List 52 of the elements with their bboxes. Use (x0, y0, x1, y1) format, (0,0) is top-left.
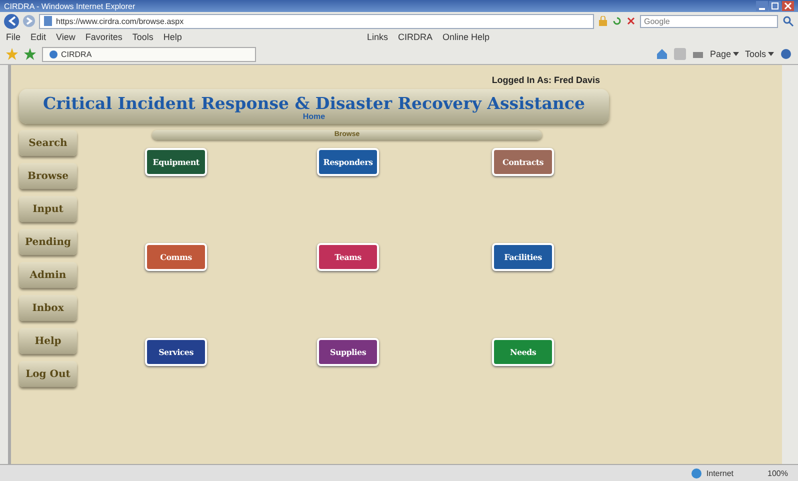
category-button[interactable]: Services (145, 338, 207, 366)
menu-item[interactable]: Edit (30, 32, 46, 42)
nav-button[interactable]: Inbox (19, 295, 77, 321)
menu-item[interactable]: File (6, 32, 21, 42)
category-button[interactable]: Equipment (145, 148, 207, 176)
command-button[interactable]: Tools (744, 49, 774, 59)
close-icon (784, 2, 792, 10)
nav-button[interactable]: Pending (19, 229, 77, 255)
forward-button[interactable] (23, 15, 35, 27)
minimize-button[interactable] (756, 1, 768, 11)
search-icon[interactable] (782, 15, 794, 27)
nav-button[interactable]: Help (19, 328, 77, 354)
refresh-icon[interactable] (612, 16, 622, 26)
nav-button[interactable]: Search (19, 130, 77, 156)
category-button[interactable]: Needs (492, 338, 554, 366)
category-button[interactable]: Responders (317, 148, 379, 176)
caret-icon (732, 52, 739, 56)
category-button[interactable]: Supplies (317, 338, 379, 366)
maximize-icon (771, 2, 779, 10)
menu-item[interactable]: Tools (132, 32, 154, 42)
links-label: Links (366, 32, 388, 42)
link-item[interactable]: CIRDRA (398, 32, 432, 42)
search-field[interactable]: Google (640, 14, 778, 28)
zone-label: Internet (706, 468, 734, 478)
zoom-level[interactable]: 100% (768, 468, 788, 478)
window-title: CIRDRA - Windows Internet Explorer (4, 2, 136, 10)
close-button[interactable] (782, 1, 794, 11)
add-favorite-icon[interactable] (24, 48, 36, 60)
maximize-button[interactable] (769, 1, 781, 11)
home-icon[interactable] (656, 48, 668, 60)
star-icon[interactable] (6, 48, 18, 60)
category-button[interactable]: Comms (145, 243, 207, 271)
nav-button[interactable]: Log Out (19, 361, 77, 387)
back-button[interactable] (4, 14, 19, 28)
menu-item[interactable]: Help (163, 32, 182, 42)
address-field[interactable]: https://www.cirdra.com/browse.aspx (39, 14, 594, 28)
site-title: Critical Incident Response & Disaster Recovery Assistance (43, 94, 585, 113)
category-button[interactable]: Teams (317, 243, 379, 271)
lock-icon (598, 16, 608, 26)
link-item[interactable]: Online Help (442, 32, 490, 42)
category-button[interactable]: Facilities (492, 243, 554, 271)
browser-tab[interactable]: CIRDRA (42, 46, 256, 62)
menu-item[interactable]: Favorites (85, 32, 122, 42)
nav-button[interactable]: Admin (19, 262, 77, 288)
caret-icon (768, 52, 774, 56)
category-button[interactable]: Contracts (492, 148, 554, 176)
nav-button[interactable]: Browse (19, 163, 77, 189)
stop-icon[interactable] (626, 16, 636, 26)
menu-item[interactable]: View (56, 32, 76, 42)
nav-button[interactable]: Input (19, 196, 77, 222)
command-button[interactable]: Page (710, 49, 739, 59)
logged-in-label: Logged In As: Fred Davis (492, 75, 600, 85)
